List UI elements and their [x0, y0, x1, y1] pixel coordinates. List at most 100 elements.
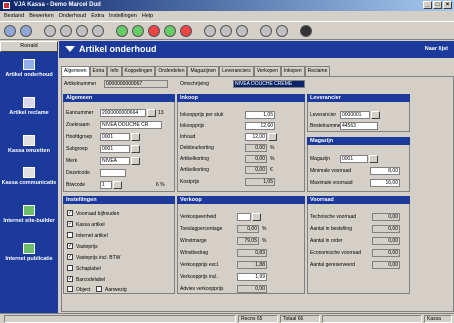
kassa-artikel-checkbox[interactable]: ✓: [67, 221, 73, 227]
tab-verkopen[interactable]: Verkopen: [253, 66, 281, 76]
first-record-icon[interactable]: [44, 25, 56, 37]
maximize-button[interactable]: □: [433, 1, 442, 9]
winstmarge-field[interactable]: 79,05: [237, 237, 259, 245]
subgroep-lookup-button[interactable]: [131, 145, 140, 153]
subgroep-field[interactable]: 0001: [100, 145, 130, 153]
save-record-icon[interactable]: [164, 25, 176, 37]
print-icon[interactable]: [236, 25, 248, 37]
ean-lookup-button[interactable]: [147, 109, 156, 117]
sidebar-item-artikel-onderhoud[interactable]: Artikel onderhoud: [0, 59, 58, 78]
verkoopprijs-excl-field[interactable]: 1,88: [237, 261, 267, 269]
leverancier-lookup-button[interactable]: [371, 111, 380, 119]
tab-algemeen[interactable]: Algemeen: [61, 66, 90, 76]
vasteprijs-checkbox[interactable]: ✓: [67, 243, 73, 249]
eannummer-field[interactable]: 2000000000664: [100, 109, 146, 117]
advies-verkoopprijs-field[interactable]: 0,00: [237, 285, 267, 293]
magazijn-lookup-button[interactable]: [369, 155, 378, 163]
magazijn-field[interactable]: 0001: [340, 155, 368, 163]
dezetcode-label: Dezetcode: [66, 170, 90, 176]
inkoopprijs-field[interactable]: 12,60: [245, 122, 275, 130]
verkoopprijs-incl-label: Verkoopprijs incl.: [180, 274, 218, 280]
hoofdgroep-field[interactable]: 0001: [100, 133, 130, 141]
debiteurkorting-field[interactable]: 0,00: [245, 144, 267, 152]
exit-icon[interactable]: [300, 25, 312, 37]
sidebar-item-kassa-omzetten[interactable]: Kassa omzetten: [0, 135, 58, 154]
tab-inkopen[interactable]: Inkopen: [280, 66, 305, 76]
forward-icon[interactable]: [20, 25, 32, 37]
merk-field[interactable]: NIVEA: [100, 157, 130, 165]
back-icon[interactable]: [4, 25, 16, 37]
menu-help[interactable]: Help: [142, 11, 153, 21]
sidebar-item-artikel-reclame[interactable]: Artikel reclame: [0, 97, 58, 116]
barcodelabel-checkbox[interactable]: ✓: [67, 276, 73, 282]
edit-record-icon[interactable]: [132, 25, 144, 37]
winstmarge-label: Winstmarge: [180, 238, 207, 244]
eannummer-label: Eannummer: [66, 110, 94, 116]
maximale-voorraad-field[interactable]: 16,00: [370, 179, 400, 187]
tab-info[interactable]: Info: [107, 66, 122, 76]
aanwezig-checkbox[interactable]: [96, 286, 102, 292]
tab-koppelingen[interactable]: Koppelingen: [121, 66, 156, 76]
artikelkorting2-label: Artikelkorting: [180, 167, 209, 173]
close-window-button[interactable]: ×: [443, 1, 452, 9]
menu-bestand[interactable]: Bestand: [4, 11, 24, 21]
naar-lijst-button[interactable]: Naar lijst: [425, 41, 448, 58]
menu-bewerken[interactable]: Bewerken: [29, 11, 53, 21]
tab-magazijnen[interactable]: Magazijnen: [187, 66, 220, 76]
verkoopprijs-incl-field[interactable]: 1,99: [237, 273, 267, 281]
leverancier-field[interactable]: 0000001: [340, 111, 370, 119]
tab-onderdelen[interactable]: Onderdelen: [155, 66, 188, 76]
sidebar-item-internet-site-builder[interactable]: Internet site-builder: [0, 205, 58, 224]
menu-onderhoud[interactable]: Onderhoud: [59, 11, 87, 21]
tab-reclame[interactable]: Reclame: [304, 66, 331, 76]
verkoopeenheid-field[interactable]: [237, 213, 251, 221]
artikelkorting2-field[interactable]: 0,00: [245, 166, 267, 174]
new-record-icon[interactable]: [116, 25, 128, 37]
schaplabel-checkbox[interactable]: [67, 265, 73, 271]
previous-record-icon[interactable]: [60, 25, 72, 37]
inkoopprijs-per-stuk-field[interactable]: 1,05: [245, 111, 275, 119]
artikelnummer-field[interactable]: 0000000000067: [104, 80, 168, 88]
merk-lookup-button[interactable]: [131, 157, 140, 165]
internet-artikel-checkbox[interactable]: [67, 232, 73, 238]
btwcode-field[interactable]: 1: [100, 181, 112, 189]
inhoud-field[interactable]: 12,00: [245, 133, 267, 141]
sidebar-item-kassa-communicatie[interactable]: Kassa communicatie: [0, 167, 58, 186]
sidebar-user-button[interactable]: Ronald: [0, 41, 58, 52]
cancel-record-icon[interactable]: [180, 25, 192, 37]
menu-instellingen[interactable]: Instellingen: [109, 11, 137, 21]
dezetcode-field[interactable]: [100, 169, 126, 177]
object-label: Object: [76, 287, 91, 293]
zoeknaam-field[interactable]: NIVEA DOUCHE CR: [100, 121, 162, 129]
toeslagpercentage-field[interactable]: 0,00: [237, 225, 259, 233]
omschrijving-field[interactable]: NIVEA DOUCHE CREME: [233, 80, 305, 88]
aanwezig-label: Aanwezig: [105, 287, 127, 293]
sidebar-item-internet-publicatie[interactable]: Internet publicatie: [0, 243, 58, 262]
chevron-down-icon[interactable]: [65, 46, 75, 52]
winstmarge-unit: %: [262, 238, 267, 244]
hoofdgroep-lookup-button[interactable]: [131, 133, 140, 141]
tab-extra[interactable]: Extra: [89, 66, 108, 76]
voorraad-bijhouden-checkbox[interactable]: ✓: [67, 210, 73, 216]
inhoud-lookup-button[interactable]: [268, 133, 277, 141]
object-checkbox[interactable]: [67, 286, 73, 292]
btwcode-lookup-button[interactable]: [113, 181, 122, 189]
search-icon[interactable]: [204, 25, 216, 37]
artikelkorting-field[interactable]: 0,00: [245, 155, 267, 163]
info-icon[interactable]: [276, 25, 288, 37]
filter-icon[interactable]: [220, 25, 232, 37]
btwcode-label: Btwcode: [66, 182, 86, 188]
minimale-voorraad-field[interactable]: 8,00: [370, 167, 400, 175]
menu-extra[interactable]: Extra: [91, 11, 104, 21]
help-icon[interactable]: [260, 25, 272, 37]
aantal-in-bestelling-field: 0,00: [372, 225, 400, 233]
minimize-button[interactable]: _: [423, 1, 432, 9]
verkoopeenheid-lookup-button[interactable]: [252, 213, 261, 221]
bestelnummer-field[interactable]: 44563: [340, 122, 378, 130]
vasteprijs-incl-btw-checkbox[interactable]: ✓: [67, 254, 73, 260]
tab-leveranciers[interactable]: Leveranciers: [219, 66, 254, 76]
technische-voorraad-label: Technische voorraad: [310, 214, 357, 220]
delete-record-icon[interactable]: [148, 25, 160, 37]
last-record-icon[interactable]: [92, 25, 104, 37]
next-record-icon[interactable]: [76, 25, 88, 37]
